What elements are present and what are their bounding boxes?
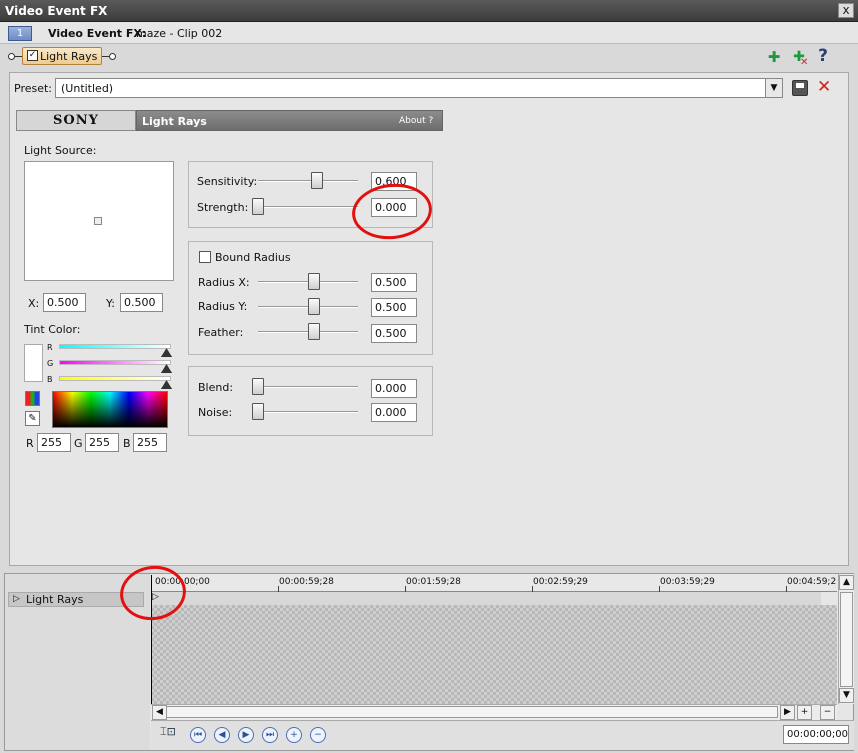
blend-track[interactable] [258, 386, 358, 388]
strength-slider[interactable] [252, 198, 264, 215]
blend-slider[interactable] [252, 378, 264, 395]
preset-dropdown[interactable]: (Untitled) [55, 78, 783, 98]
radius-x-input[interactable]: 0.500 [371, 273, 417, 292]
noise-label: Noise: [198, 406, 233, 419]
tint-b-bar[interactable] [59, 376, 171, 381]
ruler-tick-label: 00:01:59;28 [406, 577, 461, 587]
sync-cursor-icon[interactable]: ⌶⊡ [160, 725, 178, 743]
save-preset-icon[interactable] [792, 80, 808, 96]
clip-number-badge[interactable]: 1 [8, 26, 32, 41]
chain-end-node [109, 53, 116, 60]
bound-radius-label: Bound Radius [215, 251, 291, 264]
tint-r-label: R [47, 343, 53, 352]
window-titlebar [0, 0, 858, 22]
tint-r-bar[interactable] [59, 344, 171, 349]
about-link[interactable]: About ? [399, 116, 433, 126]
tint-color-swatch [24, 344, 43, 382]
timeline-ruler[interactable] [151, 574, 837, 592]
keyframe-toolbar [151, 720, 854, 750]
sensitivity-track[interactable] [258, 180, 358, 182]
bound-radius-checkbox[interactable] [199, 251, 211, 263]
light-y-input[interactable]: 0.500 [120, 293, 163, 312]
header-clip-name: maze - Clip 002 [136, 27, 223, 40]
timeline-track-label: Light Rays [26, 593, 84, 606]
chain-start-node [8, 53, 15, 60]
feather-label: Feather: [198, 326, 244, 339]
radius-y-slider[interactable] [308, 298, 320, 315]
tint-b-input[interactable]: 255 [133, 433, 167, 452]
y-label: Y: [106, 297, 115, 310]
strength-label: Strength: [197, 201, 249, 214]
blend-group [188, 366, 433, 436]
scroll-left-icon[interactable]: ◀ [152, 705, 167, 720]
color-spectrum[interactable] [52, 391, 168, 428]
x-label: X: [28, 297, 40, 310]
noise-input[interactable]: 0.000 [371, 403, 417, 422]
eyedropper-icon[interactable]: ✎ [25, 411, 40, 426]
rgb-b-label: B [123, 437, 131, 450]
first-keyframe-icon[interactable]: ⏮ [190, 727, 206, 743]
tint-color-label: Tint Color: [24, 323, 81, 336]
chevron-down-icon[interactable]: ▼ [765, 79, 782, 97]
color-palette-icon[interactable] [25, 391, 40, 406]
radius-y-label: Radius Y: [198, 300, 248, 313]
header-label: Video Event FX: [48, 27, 147, 40]
tint-g-label: G [47, 359, 54, 368]
plugin-chain-label: Light Rays [40, 50, 98, 63]
ruler-tick-label: 00:02:59;29 [533, 577, 588, 587]
tint-g-input[interactable]: 255 [85, 433, 119, 452]
vertical-scroll-thumb[interactable] [840, 592, 853, 687]
expand-triangle-icon[interactable]: ▷ [13, 594, 20, 604]
scroll-down-icon[interactable]: ▼ [839, 688, 854, 703]
plugin-chain-add-icon[interactable]: ✚ [766, 49, 782, 65]
plugin-enable-checkbox[interactable]: ✓ [27, 50, 38, 61]
ruler-tick-label: 00:00:59;28 [279, 577, 334, 587]
rgb-r-label: R [26, 437, 34, 450]
sensitivity-label: Sensitivity: [197, 175, 258, 188]
zoom-in-icon[interactable]: + [797, 705, 812, 720]
preset-label: Preset: [14, 82, 53, 95]
keyframe-track-bar[interactable] [151, 592, 821, 605]
radius-x-label: Radius X: [198, 276, 250, 289]
tint-r-input[interactable]: 255 [37, 433, 71, 452]
zoom-out-icon[interactable]: − [820, 705, 835, 720]
help-icon[interactable]: ? [815, 48, 831, 65]
scroll-right-icon[interactable]: ▶ [780, 705, 795, 720]
sensitivity-slider[interactable] [310, 172, 323, 189]
timeline-empty-region [151, 605, 837, 704]
blend-label: Blend: [198, 381, 234, 394]
feather-slider[interactable] [308, 323, 320, 340]
noise-slider[interactable] [252, 403, 264, 420]
light-source-handle[interactable] [94, 217, 102, 225]
window-title: Video Event FX [5, 4, 108, 18]
tint-b-label: B [47, 375, 53, 384]
radius-x-slider[interactable] [308, 273, 320, 290]
strength-track[interactable] [258, 206, 358, 208]
scroll-up-icon[interactable]: ▲ [839, 575, 854, 590]
prev-keyframe-icon[interactable]: ◀ [214, 727, 230, 743]
add-keyframe-icon[interactable]: + [286, 727, 302, 743]
next-keyframe-icon[interactable]: ▶ [238, 727, 254, 743]
noise-track[interactable] [258, 411, 358, 413]
delete-preset-icon[interactable]: ✕ [817, 77, 831, 97]
delete-keyframe-icon[interactable]: − [310, 727, 326, 743]
feather-input[interactable]: 0.500 [371, 324, 417, 343]
last-keyframe-icon[interactable]: ⏭ [262, 727, 278, 743]
timecode-display[interactable]: 00:00:00;00 [783, 725, 849, 744]
close-icon[interactable]: x [838, 3, 854, 18]
ruler-tick-label: 00:03:59;29 [660, 577, 715, 587]
sony-logo: SONY [16, 110, 136, 131]
rgb-g-label: G [74, 437, 83, 450]
plugin-name: Light Rays [142, 115, 207, 128]
horizontal-scroll-thumb[interactable] [166, 706, 778, 718]
ruler-tick-label: 00:04:59;2 [787, 577, 837, 587]
radius-y-input[interactable]: 0.500 [371, 298, 417, 317]
light-source-label: Light Source: [24, 144, 97, 157]
remove-x-icon: ✕ [800, 57, 809, 68]
blend-input[interactable]: 0.000 [371, 379, 417, 398]
tint-g-bar[interactable] [59, 360, 171, 365]
light-x-input[interactable]: 0.500 [43, 293, 86, 312]
